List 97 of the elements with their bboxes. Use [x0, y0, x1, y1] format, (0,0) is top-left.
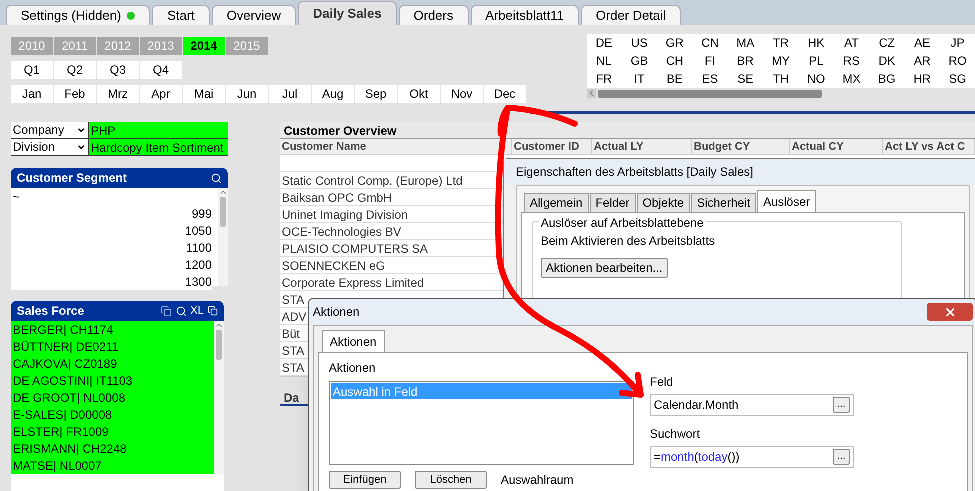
quarter-cell[interactable]: Q3: [97, 61, 139, 79]
column-header[interactable]: Budget CY: [692, 139, 790, 154]
sheet-tab[interactable]: Settings (Hidden): [6, 5, 150, 25]
list-item[interactable]: E-SALES| D00008: [11, 406, 214, 423]
sheet-tab[interactable]: Order Detail: [581, 5, 682, 25]
month-cell[interactable]: Jan: [11, 85, 53, 103]
scroll-thumb[interactable]: [220, 197, 226, 227]
field-label: Aktionen: [329, 360, 377, 377]
browse-button[interactable]: ...: [833, 397, 850, 413]
sheet-tab[interactable]: Orders: [398, 5, 468, 25]
export-button[interactable]: XL: [190, 302, 204, 320]
list-item[interactable]: DE GROOT| NL0008: [11, 389, 214, 406]
dialog-tab[interactable]: Allgemein: [524, 193, 589, 212]
table-cell-text: STA: [281, 360, 306, 375]
filter-label: Company: [13, 122, 64, 139]
column-header[interactable]: Customer ID: [512, 139, 592, 154]
table-cell-text: PLAISIO COMPUTERS SA: [281, 241, 430, 256]
quarter-cell[interactable]: Q2: [54, 61, 96, 79]
list-item[interactable]: BERGER| CH1174: [11, 321, 214, 338]
month-cell[interactable]: Jul: [269, 85, 311, 103]
panel-title: Sales Force: [17, 303, 84, 320]
month-cell[interactable]: Sep: [355, 85, 397, 103]
filter-value: Hardcopy Item Sortiment: [88, 139, 228, 155]
scroll-thumb[interactable]: [216, 330, 222, 360]
copy-icon[interactable]: [160, 306, 172, 316]
sheet-tab[interactable]: Arbeitsblatt11: [470, 5, 580, 25]
table-cell-text: Static Control Comp. (Europe) Ltd: [281, 173, 464, 188]
field-input[interactable]: Calendar.Month ...: [650, 394, 854, 416]
month-cell[interactable]: Mai: [183, 85, 225, 103]
month-cell[interactable]: Okt: [398, 85, 440, 103]
field-label: Suchwort: [650, 426, 702, 443]
month-cell[interactable]: Feb: [54, 85, 96, 103]
list-item[interactable]: ERISMANN| CH2248: [11, 440, 214, 457]
search-term-input[interactable]: =month(today()) ...: [650, 446, 854, 468]
column-header[interactable]: Actual LY: [592, 139, 692, 154]
month-cell[interactable]: Dec: [484, 85, 526, 103]
scrollbar[interactable]: [214, 321, 224, 474]
dialog-tab[interactable]: Felder: [590, 193, 636, 212]
dialog-button[interactable]: Löschen: [415, 471, 487, 489]
field-value: Calendar.Month: [654, 397, 739, 414]
table-cell-text: ADV: [281, 309, 308, 324]
filter-dropdown[interactable]: Company: [11, 122, 88, 138]
field-label: Feld: [650, 374, 674, 391]
filter-label: Division: [13, 139, 56, 156]
scroll-left-icon[interactable]: [587, 89, 596, 98]
table-cell-text: OCE-Technologies BV: [281, 224, 402, 239]
dialog-title: Aktionen: [313, 304, 360, 321]
month-cell[interactable]: Jun: [226, 85, 268, 103]
list-item[interactable]: ELSTER| FR1009: [11, 423, 214, 440]
dialog-title: Eigenschaften des Arbeitsblatts [Daily Sales]: [504, 159, 975, 185]
dialog-tab[interactable]: Aktionen: [322, 330, 385, 352]
table-cell-text: STA: [281, 343, 306, 358]
list-item[interactable]: BÜTTNER| DE0211: [11, 338, 214, 355]
filter-value: PHP: [88, 122, 228, 138]
close-icon[interactable]: [944, 306, 956, 318]
list-item[interactable]: MATSE| NL0007: [11, 457, 214, 474]
list-item[interactable]: DE AGOSTINI| IT1103: [11, 372, 214, 389]
month-cell[interactable]: Nov: [441, 85, 483, 103]
table-cell-text: Corporate Express Limited: [281, 275, 426, 290]
scrollbar[interactable]: [218, 188, 228, 286]
year-cell[interactable]: 2014: [183, 37, 225, 55]
panel-title: Customer Segment: [17, 170, 128, 187]
quarter-cell[interactable]: Q4: [140, 61, 182, 79]
scroll-up-icon[interactable]: [214, 321, 224, 330]
month-cell[interactable]: Mrz: [97, 85, 139, 103]
field-label: Auswahlraum: [501, 472, 574, 489]
month-cell[interactable]: Aug: [312, 85, 354, 103]
table-title: Customer Overview: [280, 122, 975, 139]
panel-title: Da: [283, 391, 300, 405]
column-header[interactable]: Customer Name: [280, 139, 512, 154]
column-header[interactable]: Act LY vs Act C: [883, 139, 975, 154]
event-label: Beim Aktivieren des Arbeitsblatts: [541, 233, 716, 250]
sheet-tab[interactable]: Start: [152, 5, 210, 25]
sheet-tab[interactable]: Overview: [212, 5, 296, 25]
browse-button[interactable]: ...: [833, 449, 850, 465]
edit-actions-button[interactable]: Aktionen bearbeiten...: [541, 258, 668, 278]
expression-text: =month(today()): [654, 449, 740, 466]
scroll-up-icon[interactable]: [218, 188, 228, 197]
table-cell-text: Büt: [281, 326, 302, 341]
horizontal-scrollbar[interactable]: [587, 89, 822, 98]
search-icon[interactable]: [211, 172, 222, 184]
quarter-cell[interactable]: Q1: [11, 61, 53, 79]
table-cell-text: SOENNECKEN eG: [281, 258, 386, 273]
table-cell-text: STA: [281, 292, 306, 307]
month-cell[interactable]: Apr: [140, 85, 182, 103]
dialog-button[interactable]: Einfügen: [329, 471, 401, 489]
close-button[interactable]: [927, 303, 973, 321]
filter-dropdown[interactable]: Division: [11, 139, 88, 155]
dialog-tab[interactable]: Sicherheit: [691, 193, 756, 212]
dialog-tab[interactable]: Auslöser: [757, 190, 816, 212]
list-item[interactable]: CAJKOVA| CZ0189: [11, 355, 214, 372]
column-header[interactable]: Actual CY: [790, 139, 883, 154]
sheet-tab[interactable]: Daily Sales: [298, 1, 397, 25]
search-icon[interactable]: [176, 306, 187, 316]
table-cell-text: Uninet Imaging Division: [281, 207, 410, 222]
dialog-tab[interactable]: Objekte: [636, 193, 690, 212]
table-cell-text: Baiksan OPC GmbH: [281, 190, 394, 205]
